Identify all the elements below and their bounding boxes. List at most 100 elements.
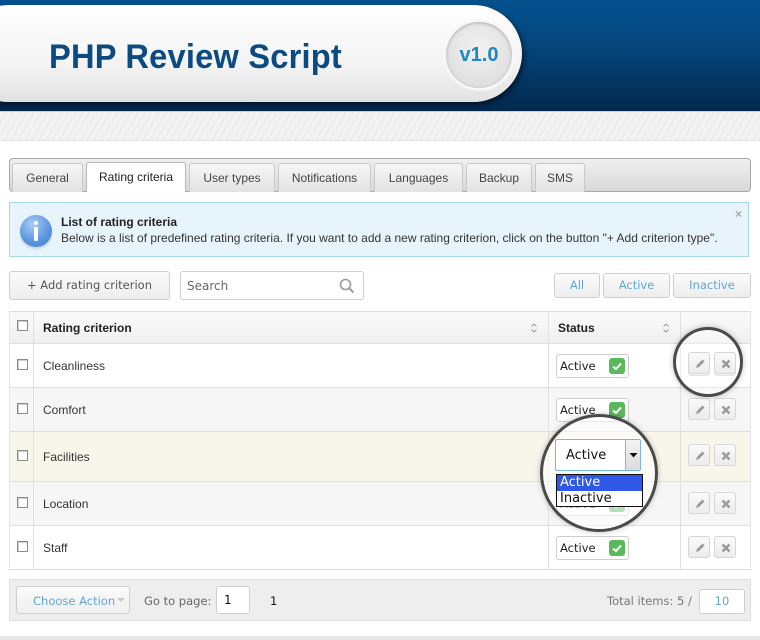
check-icon	[609, 402, 625, 418]
criterion-name: Cleanliness	[43, 359, 106, 373]
choose-action-dropdown[interactable]: Choose Action	[16, 586, 130, 614]
close-icon[interactable]: ×	[735, 207, 742, 221]
check-icon	[609, 540, 625, 556]
dropdown-value: Active	[566, 448, 607, 463]
row-name-cell: Comfort	[34, 388, 549, 431]
goto-page-input[interactable]	[216, 586, 250, 614]
row-check-cell	[10, 388, 34, 431]
delete-button[interactable]	[714, 536, 736, 558]
pencil-icon	[696, 405, 705, 414]
status-select[interactable]: Active	[556, 398, 629, 422]
tab-user-types[interactable]: User types	[189, 163, 275, 192]
status-dropdown[interactable]: Active	[555, 439, 641, 471]
edit-button[interactable]	[688, 398, 710, 420]
row-name-cell: Staff	[34, 526, 549, 569]
table-row: Comfort Active	[10, 388, 750, 432]
add-rating-criterion-button[interactable]: + Add rating criterion	[9, 271, 170, 300]
search-input[interactable]	[187, 276, 332, 296]
edit-button[interactable]	[688, 492, 710, 514]
tab-bar: General Rating criteria User types Notif…	[9, 158, 751, 192]
table-row: Cleanliness Active	[10, 344, 750, 388]
app-header: PHP Review Script v1.0	[0, 0, 760, 111]
tab-backup[interactable]: Backup	[466, 163, 532, 192]
row-status-cell: Active	[549, 388, 681, 431]
search-box	[180, 271, 364, 300]
row-actions-cell	[681, 482, 751, 525]
logo-banner: PHP Review Script	[0, 5, 522, 102]
choose-action-label: Choose Action	[33, 594, 116, 608]
tab-languages[interactable]: Languages	[374, 163, 463, 192]
row-checkbox[interactable]	[17, 497, 28, 508]
page-link[interactable]: 1	[270, 594, 277, 608]
delete-button[interactable]	[714, 492, 736, 514]
page-bottom-divider	[0, 636, 760, 640]
row-checkbox[interactable]	[17, 359, 28, 370]
edit-button[interactable]	[688, 536, 710, 558]
sort-icon[interactable]	[530, 322, 538, 334]
criterion-name: Location	[43, 497, 89, 511]
status-value: Active	[560, 403, 596, 417]
table-row: Staff Active	[10, 526, 750, 570]
info-title: List of rating criteria	[61, 215, 178, 229]
app-title: PHP Review Script	[49, 38, 342, 76]
row-status-cell: Active	[549, 344, 681, 387]
row-check-cell	[10, 526, 34, 569]
row-checkbox[interactable]	[17, 541, 28, 552]
edit-button[interactable]	[688, 352, 710, 374]
delete-button[interactable]	[714, 398, 736, 420]
column-header-status[interactable]: Status	[558, 321, 595, 335]
row-name-cell: Facilities	[34, 432, 549, 481]
pencil-icon	[696, 543, 705, 552]
sort-icon[interactable]	[662, 322, 670, 334]
close-icon	[721, 359, 731, 369]
search-icon[interactable]	[339, 278, 355, 294]
version-badge: v1.0	[446, 22, 512, 88]
row-check-cell	[10, 432, 34, 481]
pencil-icon	[696, 499, 705, 508]
check-icon	[609, 358, 625, 374]
row-check-cell	[10, 482, 34, 525]
info-notice: List of rating criteria Below is a list …	[9, 202, 749, 257]
row-actions-cell	[681, 432, 751, 481]
caret-down-icon	[629, 453, 638, 458]
status-select[interactable]: Active	[556, 354, 629, 378]
items-per-page-button[interactable]: 10	[699, 589, 745, 614]
row-status-cell: Active	[549, 526, 681, 569]
tab-general[interactable]: General	[12, 163, 83, 192]
select-all-checkbox[interactable]	[17, 320, 28, 331]
close-icon	[721, 499, 731, 509]
close-icon	[721, 405, 731, 415]
dropdown-option-inactive[interactable]: Inactive	[557, 491, 642, 507]
criterion-name: Facilities	[43, 450, 90, 464]
close-icon	[721, 451, 731, 461]
row-checkbox[interactable]	[17, 450, 28, 461]
tab-notifications[interactable]: Notifications	[278, 163, 371, 192]
row-name-cell: Cleanliness	[34, 344, 549, 387]
filter-all-button[interactable]: All	[554, 273, 600, 298]
criterion-name: Staff	[43, 541, 68, 555]
header-check-cell	[10, 312, 34, 343]
row-checkbox[interactable]	[17, 403, 28, 414]
table-footer: Choose Action Go to page: 1 Total items:…	[9, 579, 751, 621]
header-status-cell: Status	[549, 312, 681, 343]
status-select[interactable]: Active	[556, 536, 629, 560]
close-icon	[721, 543, 731, 553]
tab-rating-criteria[interactable]: Rating criteria	[86, 162, 186, 192]
pencil-icon	[696, 451, 705, 460]
column-header-name[interactable]: Rating criterion	[43, 321, 132, 335]
criterion-name: Comfort	[43, 403, 86, 417]
info-icon	[20, 215, 52, 247]
status-value: Active	[560, 359, 596, 373]
info-text: Below is a list of predefined rating cri…	[61, 231, 718, 245]
dropdown-option-active[interactable]: Active	[557, 475, 642, 491]
filter-active-button[interactable]: Active	[603, 273, 670, 298]
delete-button[interactable]	[714, 444, 736, 466]
dropdown-toggle[interactable]	[625, 440, 640, 470]
status-value: Active	[560, 541, 596, 555]
filter-inactive-button[interactable]: Inactive	[673, 273, 751, 298]
tab-sms[interactable]: SMS	[535, 163, 585, 192]
version-text: v1.0	[459, 43, 499, 66]
edit-button[interactable]	[688, 444, 710, 466]
header-actions-cell	[681, 312, 751, 343]
delete-button[interactable]	[714, 352, 736, 374]
